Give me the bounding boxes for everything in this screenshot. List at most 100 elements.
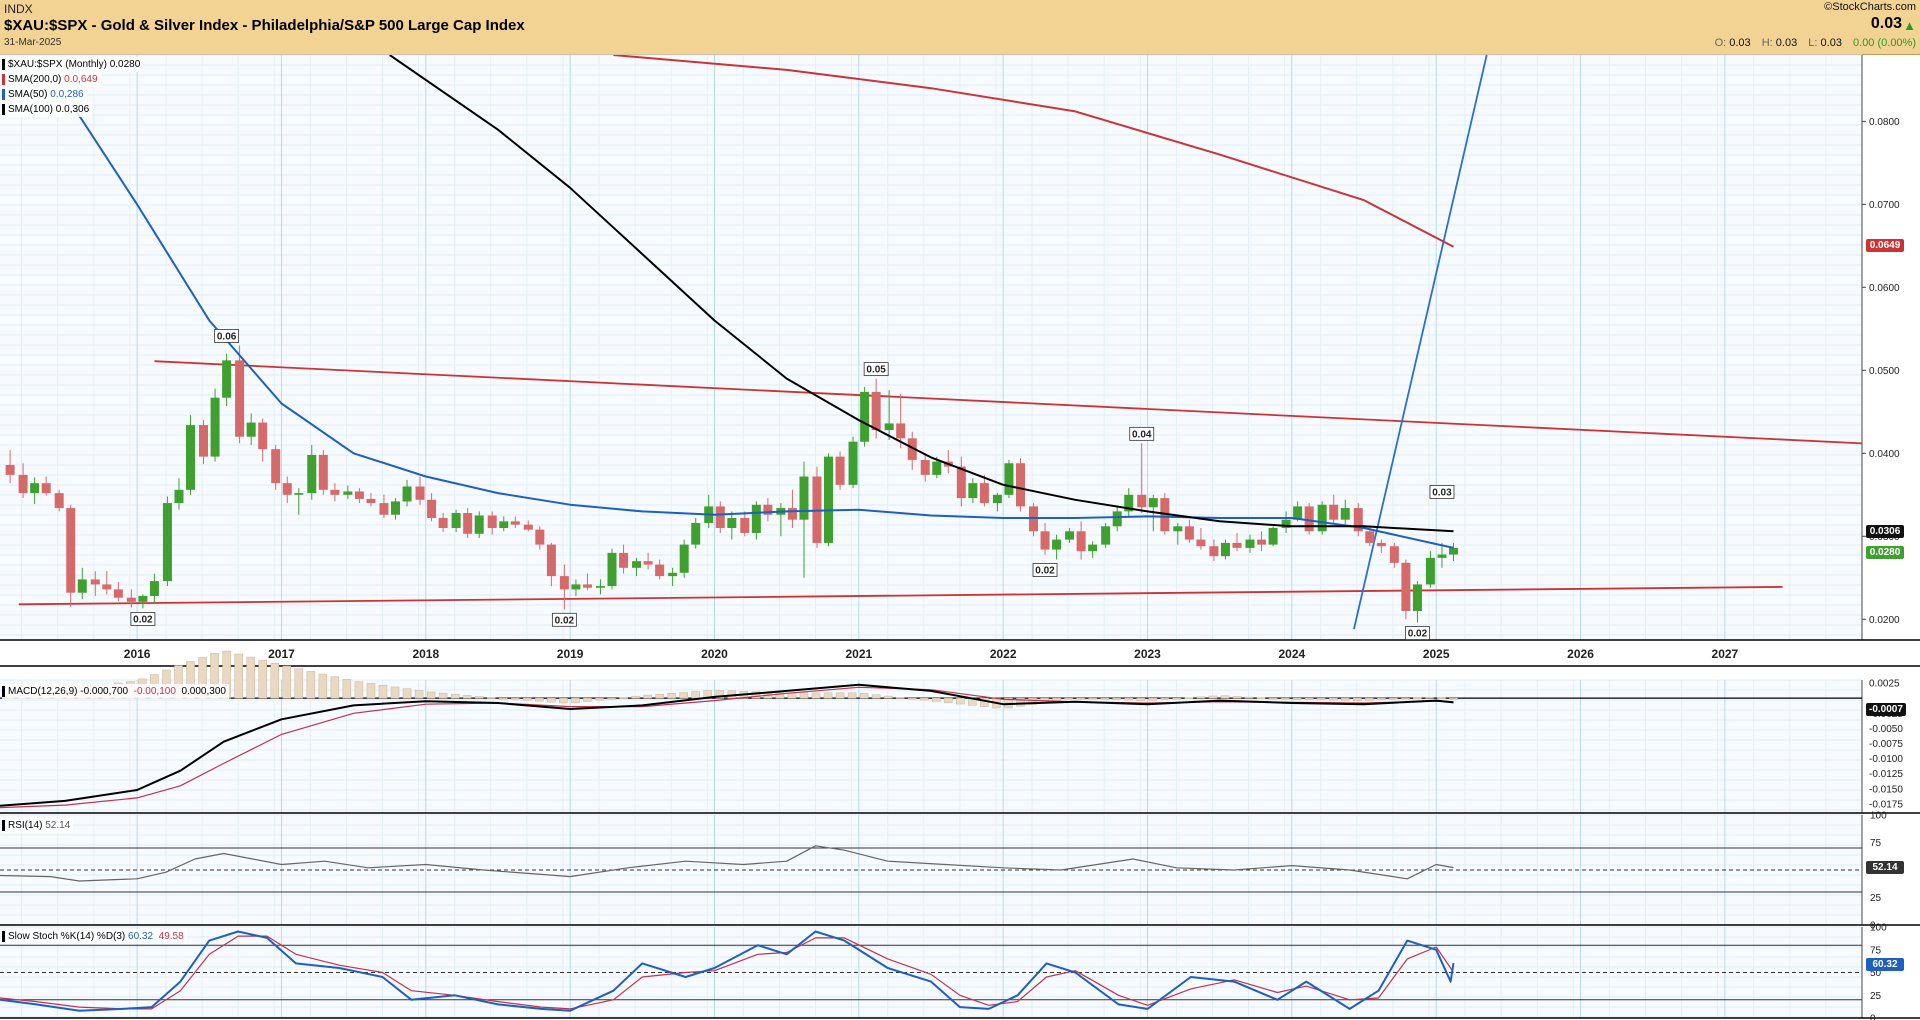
candle-body	[463, 513, 473, 534]
candle-body	[1004, 463, 1014, 495]
candle-body	[199, 425, 209, 457]
macd-hist-bar	[414, 690, 424, 699]
macd-hist-value: 0.000,300	[181, 686, 226, 697]
rsi-y-tick-label: 100	[1870, 811, 1887, 822]
stoch-price-tag: 60.32	[1866, 958, 1904, 971]
macd-hist-bar	[1377, 697, 1386, 701]
macd-hist-bar	[342, 679, 352, 699]
macd-hist-bar	[667, 693, 676, 699]
rsi-legend-row[interactable]: RSI(14) 52.14	[2, 818, 74, 833]
macd-y-tick-label: -0.0125	[1869, 769, 1903, 780]
macd-y-tick-label: 0.0025	[1869, 679, 1900, 690]
candle	[812, 466, 822, 548]
macd-hist-bar	[1341, 697, 1350, 701]
macd-hist-bar	[354, 681, 364, 699]
candle-body	[582, 584, 592, 588]
macd-legend-row[interactable]: MACD(12,26,9) -0.000,700 -0.00,100 0.000…	[2, 684, 229, 699]
legend-item-sma200[interactable]: SMA(200,0) 0.0,649	[2, 72, 101, 87]
candle-body	[932, 461, 942, 475]
legend-swatch	[2, 686, 5, 697]
candle-body	[655, 564, 665, 577]
price-panel-bg	[0, 55, 1862, 640]
macd-hist-bar	[511, 697, 520, 700]
candle-body	[102, 584, 112, 590]
candle-body	[138, 596, 148, 602]
candle-body	[668, 572, 678, 577]
rsi-price-tag: 52.14	[1866, 861, 1904, 874]
candle	[607, 548, 617, 590]
macd-hist-bar	[246, 656, 255, 699]
x-tick-label: 2026	[1567, 647, 1594, 661]
candle-body	[1437, 554, 1447, 558]
stoch-legend: Slow Stoch %K(14) %D(3) 60.32 49.58	[2, 929, 187, 944]
candle	[848, 436, 858, 489]
candle-body	[390, 501, 400, 515]
macd-hist-bar	[1389, 697, 1398, 700]
macd-hist-bar	[895, 697, 905, 699]
candle-body	[848, 441, 858, 485]
legend-value: 0.0280	[109, 59, 141, 70]
candle	[1304, 503, 1314, 535]
candle-body	[149, 581, 159, 597]
candle-body	[1088, 544, 1098, 552]
candle-body	[1376, 542, 1386, 547]
macd-hist-bar	[920, 697, 929, 701]
candle-body	[77, 579, 87, 593]
macd-hist-bar	[1353, 697, 1362, 701]
macd-hist-bar	[1413, 697, 1422, 700]
candle-body	[787, 508, 797, 520]
macd-hist-bar	[799, 692, 809, 699]
candle-body	[1148, 498, 1158, 508]
candle-body	[1065, 531, 1075, 540]
macd-hist-bar	[306, 671, 316, 699]
macd-hist-bar	[1449, 697, 1458, 700]
candle-body	[884, 423, 894, 431]
candle-body	[66, 508, 76, 593]
candle-body	[1112, 511, 1122, 527]
candle-body	[956, 466, 966, 499]
candle-body	[343, 491, 353, 495]
candle-body	[1401, 562, 1411, 611]
macd-hist-bar	[499, 697, 508, 700]
candle-body	[1076, 531, 1086, 552]
candle-body	[691, 523, 701, 545]
candle-body	[415, 486, 425, 500]
candle-label: 0.04	[1132, 429, 1152, 440]
candle-label: 0.02	[555, 615, 575, 626]
candle-body	[1245, 539, 1255, 548]
candle-body	[5, 464, 15, 475]
candle	[271, 445, 281, 490]
stoch-d-value: 49.58	[158, 931, 184, 942]
legend-item-sma50[interactable]: SMA(50) 0.0,286	[2, 87, 87, 102]
macd-hist-bar	[1232, 696, 1242, 699]
candle-body	[1015, 463, 1025, 507]
candle-body	[992, 494, 1002, 504]
candle-body	[1173, 526, 1183, 532]
legend-item-sma100[interactable]: SMA(100) 0.0,306	[2, 102, 93, 117]
macd-hist-bar	[462, 695, 472, 699]
stoch-legend-row[interactable]: Slow Stoch %K(14) %D(3) 60.32 49.58	[2, 929, 187, 944]
legend-swatch	[2, 59, 5, 70]
macd-legend: MACD(12,26,9) -0.000,700 -0.00,100 0.000…	[2, 684, 229, 699]
candle-label: 0.02	[133, 614, 153, 625]
chart-canvas[interactable]: 0.02 0.06 0.02 0.05 0.02 0.04 0.02 0.03 0.0200 0.…	[0, 0, 1920, 1020]
candle-body	[330, 489, 340, 495]
macd-hist-bar	[258, 659, 267, 699]
candle	[1101, 523, 1111, 548]
legend-swatch	[2, 820, 5, 831]
candle-body	[402, 486, 412, 502]
candle-body	[1365, 531, 1375, 543]
rsi-y-tick-label: 25	[1870, 893, 1882, 904]
x-tick-label: 2024	[1279, 647, 1306, 661]
candle-body	[871, 391, 881, 431]
candle	[835, 451, 845, 490]
macd-hist-bar	[378, 684, 388, 699]
candle	[860, 386, 870, 447]
legend-item-price[interactable]: $XAU:$SPX (Monthly) 0.0280	[2, 57, 144, 72]
candle	[679, 539, 689, 578]
macd-hist-bar	[1316, 697, 1326, 701]
macd-hist-bar	[1148, 697, 1158, 701]
candle-body	[30, 483, 40, 494]
macd-hist-bar	[956, 697, 965, 705]
candle-body	[1257, 539, 1267, 545]
